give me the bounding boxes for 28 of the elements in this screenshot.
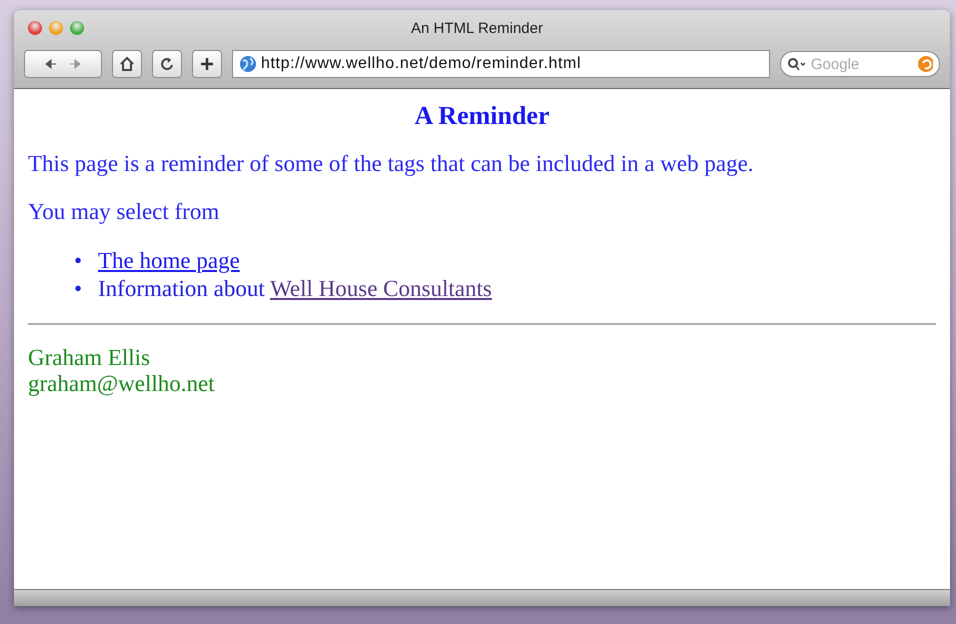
reload-icon (159, 56, 175, 72)
back-icon[interactable] (44, 58, 58, 70)
window-control-button[interactable] (28, 21, 42, 35)
link[interactable]: Well House Consultants (270, 276, 492, 301)
bullet: • (74, 247, 84, 275)
forward-icon[interactable] (68, 58, 82, 70)
footer-text: graham@wellho.net (28, 371, 216, 397)
list-text: Information about (98, 276, 265, 301)
search-input[interactable]: Google (808, 54, 913, 74)
plus-icon (199, 56, 215, 72)
search-icon (787, 57, 805, 71)
footer-text: Graham Ellis (28, 345, 151, 371)
home-icon (119, 56, 135, 72)
bullet: • (74, 275, 84, 303)
window-title: An HTML Reminder (410, 20, 544, 36)
page-heading: A Reminder (413, 101, 551, 131)
link[interactable]: The home page (98, 248, 240, 273)
add-bookmark-button[interactable] (192, 50, 222, 78)
paragraph: You may select from (28, 199, 220, 225)
address-field[interactable]: http://www.wellho.net/demo/reminder.html (232, 50, 770, 78)
search-field[interactable]: Google (780, 51, 940, 77)
paragraph: This page is a reminder of some of the tags that can be included in a web page. (28, 151, 755, 177)
globe-icon (239, 55, 257, 73)
home-button[interactable] (112, 50, 142, 78)
reload-button[interactable] (152, 50, 182, 78)
snapback-icon[interactable] (916, 55, 933, 73)
window-control-button[interactable] (49, 21, 63, 35)
window-control-button[interactable] (70, 21, 84, 35)
